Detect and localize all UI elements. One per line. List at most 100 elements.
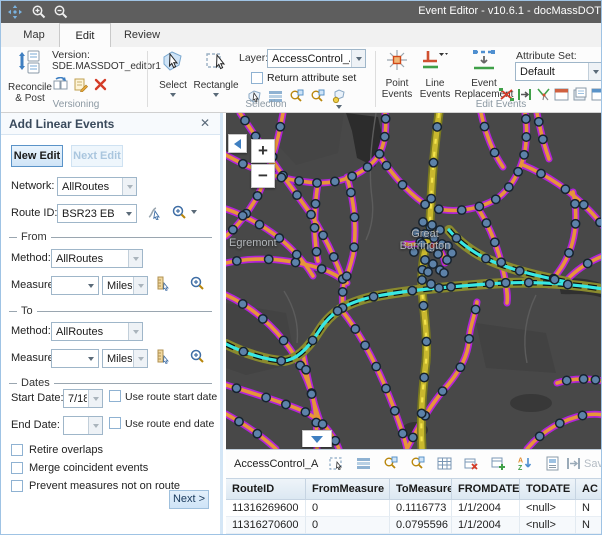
table-view-icon[interactable] (437, 456, 452, 471)
zoom-out-icon[interactable] (53, 4, 69, 20)
retire-overlaps-checkbox[interactable] (11, 444, 23, 456)
dropdown-button[interactable] (351, 50, 365, 67)
zoom-out-button[interactable]: − (251, 164, 275, 188)
line-events-button[interactable]: Line Events (417, 49, 453, 100)
measure-pick-icon[interactable] (156, 276, 171, 291)
dropdown-button[interactable] (88, 417, 102, 434)
cell-routeid: 11316269600 (226, 500, 306, 517)
next-edit-button[interactable]: Next Edit (71, 145, 123, 167)
tab-edit[interactable]: Edit (59, 23, 111, 47)
from-legend: From (17, 231, 51, 243)
merge-coincident-checkbox[interactable] (11, 462, 23, 474)
prevent-measures-label: Prevent measures not on route (29, 480, 180, 492)
route-id-combo[interactable]: BSR23 EB (57, 204, 137, 223)
network-dropdown[interactable]: AllRoutes (57, 177, 137, 196)
sort-icon[interactable]: AZ (518, 456, 533, 471)
dropdown-button[interactable] (133, 277, 147, 294)
dropdown-button[interactable] (84, 277, 98, 294)
to-method-value: AllRoutes (56, 326, 127, 338)
map-canvas[interactable]: Egremont Great Barrington + − (226, 113, 602, 449)
dropdown-button[interactable] (84, 350, 98, 367)
reconcile-post-button[interactable]: Reconcile & Post (5, 49, 55, 104)
column-header-tomeasure[interactable]: ToMeasure (390, 479, 452, 499)
selectable-layers-icon[interactable] (332, 89, 347, 104)
pan-icon[interactable] (7, 4, 23, 20)
column-header-todate[interactable]: TODATE (520, 479, 576, 499)
new-version-icon[interactable] (73, 77, 88, 92)
zoom-to-selected-icon[interactable] (383, 456, 398, 471)
select-button[interactable]: Select (153, 49, 193, 97)
start-date-dropdown[interactable]: 7/18/ (63, 389, 103, 408)
cell-tomeasure: 0.0795596 (390, 517, 452, 534)
report-icon[interactable] (545, 456, 560, 471)
delete-version-icon[interactable] (93, 77, 108, 92)
dropdown-button[interactable] (122, 178, 136, 195)
dropdown-button[interactable] (588, 63, 602, 80)
selection-list-icon[interactable] (356, 456, 371, 471)
dropdown-button[interactable] (133, 350, 147, 367)
save-button[interactable]: Save (584, 458, 602, 470)
dropdown-button[interactable] (128, 323, 142, 340)
rectangle-button[interactable]: Rectangle (193, 49, 239, 97)
from-measure-combo[interactable] (51, 276, 99, 295)
reconcile-icon[interactable] (53, 77, 68, 92)
zoom-to-measure-icon[interactable] (189, 275, 204, 290)
chevron-down-icon[interactable] (213, 93, 219, 97)
attribute-set-dropdown[interactable]: Default (515, 62, 602, 81)
table-toolbar: AccessControl_A AZ (226, 450, 602, 478)
prevent-measures-checkbox[interactable] (11, 480, 23, 492)
column-header-accesscontrol[interactable]: AC (576, 479, 602, 499)
column-header-routeid[interactable]: RouteID (226, 479, 306, 499)
pan-to-selected-icon[interactable] (410, 456, 425, 471)
dropdown-button[interactable] (88, 390, 102, 407)
next-button[interactable]: Next > (169, 490, 209, 509)
merge-coincident-label: Merge coincident events (29, 462, 148, 474)
measure-pick-icon[interactable] (156, 349, 171, 364)
from-method-dropdown[interactable]: AllRoutes (51, 249, 143, 268)
dropdown-button[interactable] (122, 205, 136, 222)
tab-map[interactable]: Map (9, 23, 59, 47)
zoom-in-icon[interactable] (31, 4, 47, 20)
add-linear-events-panel: Add Linear Events ✕ New Edit Next Edit N… (1, 113, 223, 535)
to-method-dropdown[interactable]: AllRoutes (51, 322, 143, 341)
tab-review[interactable]: Review (113, 23, 171, 47)
from-separator: From (9, 231, 212, 243)
collapse-table-icon[interactable] (302, 430, 332, 447)
start-date-label: Start Date: (11, 392, 64, 404)
more-edit-icon[interactable] (591, 87, 602, 102)
close-icon[interactable]: ✕ (200, 116, 210, 130)
attribute-window-icon[interactable] (572, 87, 587, 102)
to-unit-dropdown[interactable]: Miles (102, 349, 148, 368)
merge-records-icon[interactable] (566, 456, 581, 471)
zoom-to-route-icon[interactable] (171, 204, 186, 219)
end-date-dropdown[interactable] (63, 416, 103, 435)
event-editor-window: Event Editor - v10.6.1 - docMassDOT Map … (0, 0, 602, 535)
network-label: Network: (11, 180, 54, 192)
column-header-fromdate[interactable]: FROMDATE (452, 479, 520, 499)
chevron-down-icon[interactable] (191, 210, 197, 214)
zoom-to-measure-icon[interactable] (189, 348, 204, 363)
from-unit-dropdown[interactable]: Miles (102, 276, 148, 295)
use-route-end-checkbox[interactable] (109, 417, 121, 429)
attribute-table: AccessControl_A AZ (226, 449, 602, 535)
dates-separator: Dates (9, 377, 212, 389)
column-header-frommeasure[interactable]: FromMeasure (306, 479, 390, 499)
svg-text:A: A (518, 458, 523, 465)
point-events-button[interactable]: Point Events (379, 49, 415, 100)
route-select-icon[interactable] (147, 205, 162, 220)
zoom-in-button[interactable]: + (251, 139, 275, 163)
chevron-down-icon[interactable] (170, 93, 176, 97)
table-row[interactable]: 11316270600 0 0.0795596 1/1/2004 <null> … (226, 517, 602, 534)
return-attribute-checkbox[interactable] (251, 72, 263, 84)
new-edit-button[interactable]: New Edit (11, 145, 63, 167)
clear-selection-icon[interactable] (464, 456, 479, 471)
collapse-panel-icon[interactable] (228, 134, 247, 153)
add-record-icon[interactable] (491, 456, 506, 471)
select-by-shape-icon[interactable] (329, 456, 344, 471)
table-row[interactable]: 11316269600 0 0.1116773 1/1/2004 <null> … (226, 500, 602, 517)
use-route-start-checkbox[interactable] (109, 390, 121, 402)
layer-dropdown[interactable]: AccessControl_A (267, 49, 366, 68)
to-measure-combo[interactable] (51, 349, 99, 368)
dropdown-button[interactable] (128, 250, 142, 267)
route-id-value: BSR23 EB (62, 208, 121, 220)
